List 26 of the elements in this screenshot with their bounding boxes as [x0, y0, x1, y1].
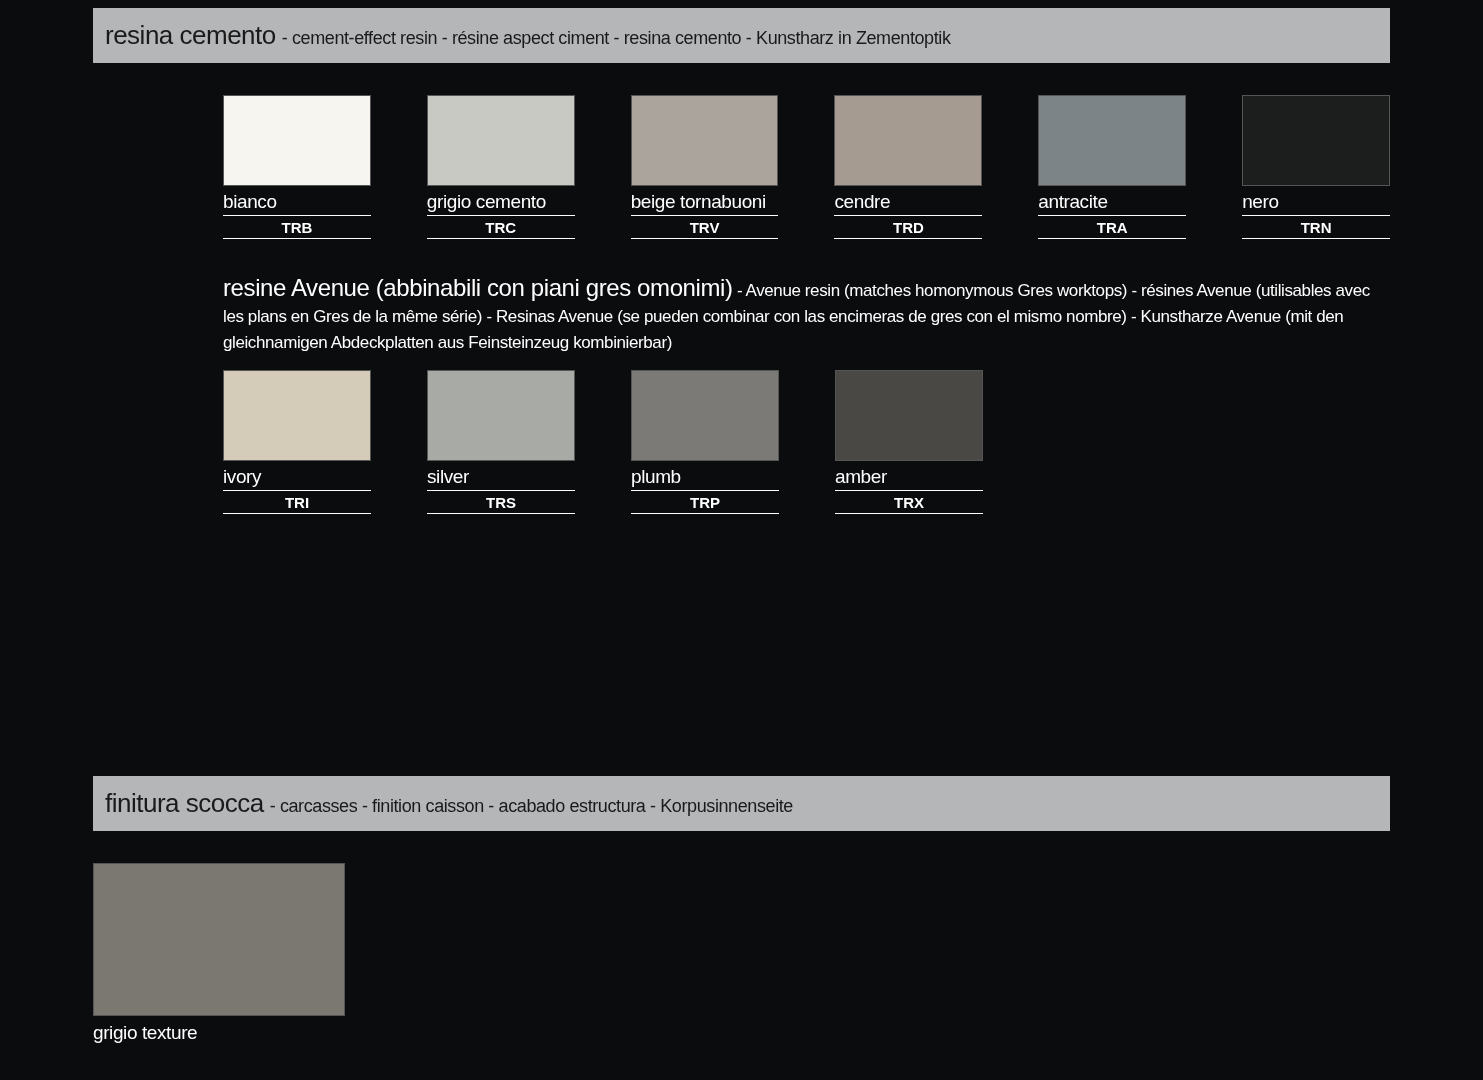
swatch-code: TRA — [1038, 216, 1187, 239]
swatch-name: grigio texture — [93, 1022, 199, 1044]
section-subtitle: - carcasses - finition caisson - acabado estructura - Korpusinnenseite — [269, 794, 793, 817]
swatch-code: TRD — [834, 216, 983, 239]
swatch-code: TRV — [630, 216, 779, 239]
swatch-code: TRN — [1242, 216, 1390, 239]
swatch-name: antracite — [1038, 191, 1187, 216]
swatch-code: TRS — [427, 491, 575, 514]
section-subtitle: - cement-effect resin - résine aspect ciment - resina cemento - Kunstharz in Zementoptik — [281, 26, 951, 49]
section-title: finitura scocca — [105, 788, 264, 819]
swatch-name: grigio cemento — [426, 191, 575, 216]
swatch-code: TRP — [631, 491, 779, 514]
swatch-name: silver — [427, 466, 575, 491]
swatch-name: cendre — [834, 191, 983, 216]
swatch-name: nero — [1242, 191, 1390, 216]
swatch-code: TRB — [223, 216, 371, 239]
swatch-code: TRX — [835, 491, 983, 514]
section-title: resina cemento — [105, 20, 276, 51]
swatch-code: TRC — [426, 216, 575, 239]
subsection-heading: resine Avenue (abbinabili con piani gres omonimi) - Avenue resin (matches homonymous Gres worktops) - résines Avenue (utilisables avec les plans en Gres de la même série) - Resinas Avenue (se pueden combinar con las encimeras de gres con el mismo nombre) - Kunstharze Avenue (mit den gleichnamigen Abdeckplatten aus Feinsteinzeug kombinierbar) — [223, 275, 1371, 354]
swatch-code: TRI — [223, 491, 371, 514]
swatch-name: amber — [835, 466, 983, 491]
swatch-name: bianco — [223, 191, 371, 216]
swatch-name: beige tornabuoni — [630, 191, 779, 216]
swatch-name: ivory — [223, 466, 371, 491]
swatch-name: plumb — [631, 466, 779, 491]
